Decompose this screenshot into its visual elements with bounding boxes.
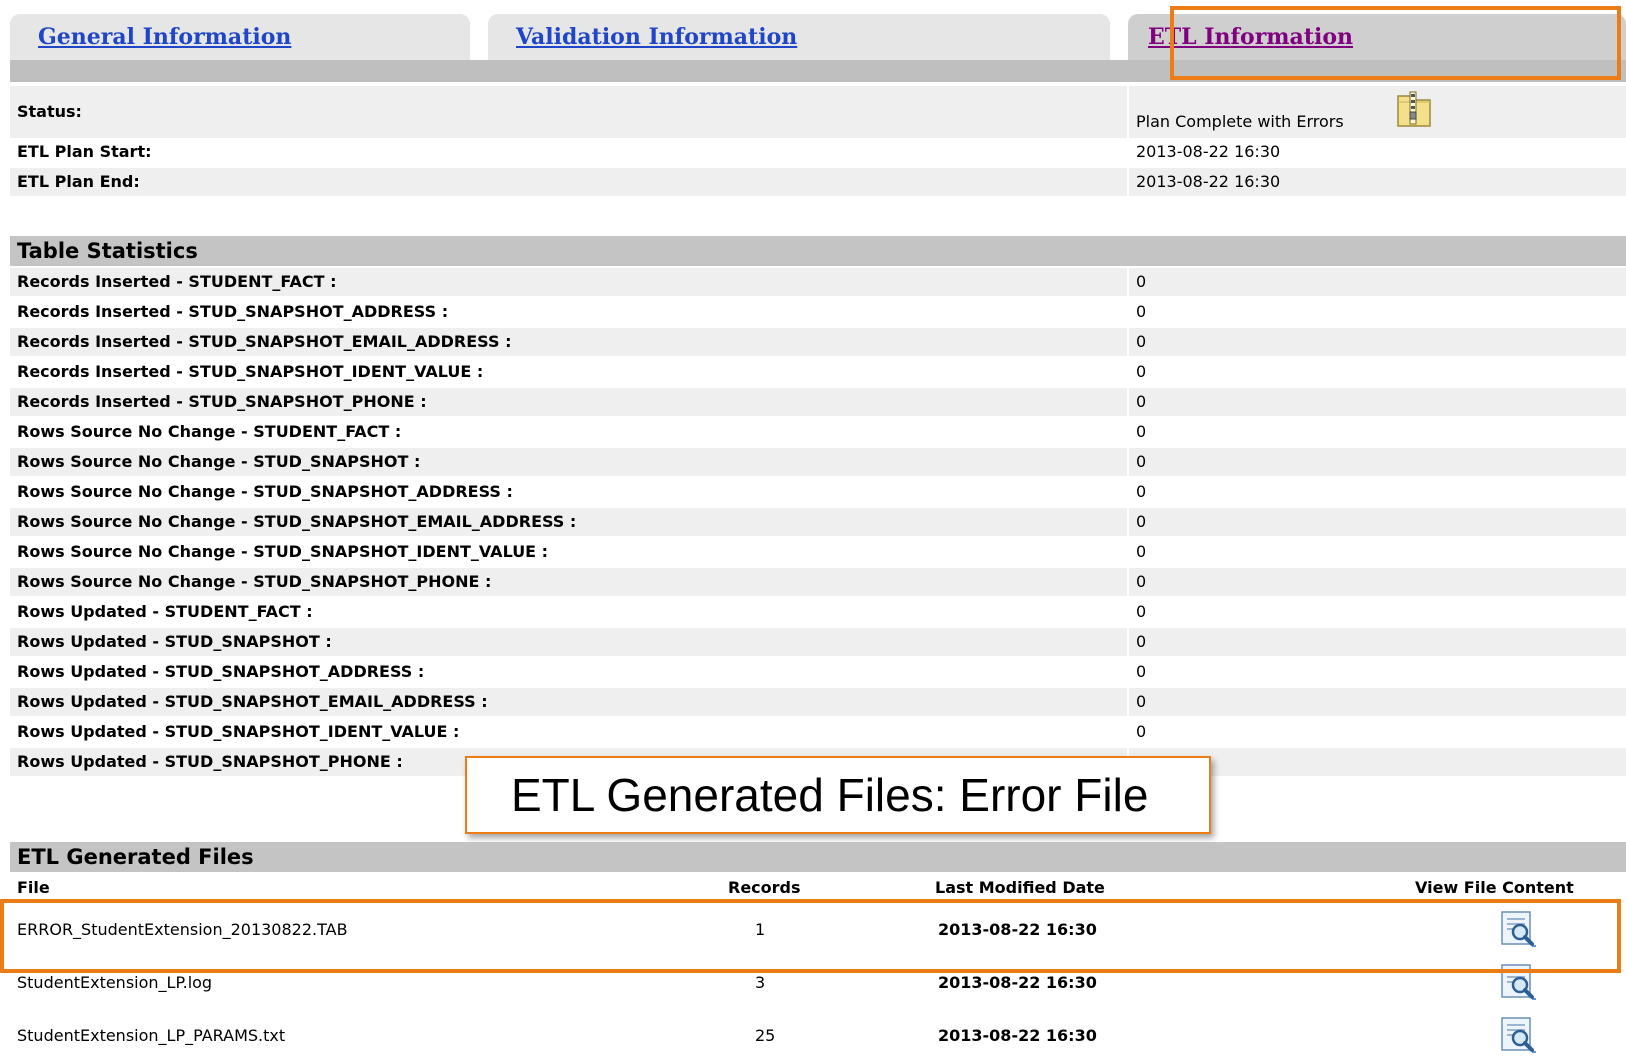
column-records: Records	[728, 878, 801, 897]
tab-general-information-link[interactable]: General Information	[38, 24, 291, 50]
tab-validation-information[interactable]: Validation Information	[488, 14, 1110, 60]
stat-label: Records Inserted - STUD_SNAPSHOT_IDENT_V…	[10, 358, 1127, 386]
file-records: 3	[755, 973, 766, 992]
stat-row: Rows Source No Change - STUD_SNAPSHOT_AD…	[10, 478, 1626, 506]
etl-generated-files-header: ETL Generated Files	[10, 842, 1626, 872]
plan-start-label: ETL Plan Start:	[10, 138, 1127, 166]
stat-row: Rows Updated - STUD_SNAPSHOT_IDENT_VALUE…	[10, 718, 1626, 746]
stat-value: 0	[1129, 478, 1626, 506]
active-tab-highlight	[1170, 6, 1621, 80]
stat-label: Records Inserted - STUD_SNAPSHOT_EMAIL_A…	[10, 328, 1127, 356]
stat-label: Records Inserted - STUDENT_FACT :	[10, 268, 1127, 296]
stat-label: Rows Updated - STUD_SNAPSHOT_ADDRESS :	[10, 658, 1127, 686]
status-value: Plan Complete with Errors	[1136, 112, 1344, 131]
plan-end-label: ETL Plan End:	[10, 168, 1127, 196]
tab-validation-information-link[interactable]: Validation Information	[516, 24, 797, 50]
file-last-modified: 2013-08-22 16:30	[938, 1026, 1097, 1045]
stat-value: 0	[1129, 598, 1626, 626]
stat-value: 0	[1129, 358, 1626, 386]
stat-row: Rows Source No Change - STUDENT_FACT :0	[10, 418, 1626, 446]
plan-end-value: 2013-08-22 16:30	[1129, 168, 1626, 196]
stat-label: Rows Source No Change - STUDENT_FACT :	[10, 418, 1127, 446]
column-last-modified-date: Last Modified Date	[935, 878, 1105, 897]
stat-label: Rows Updated - STUDENT_FACT :	[10, 598, 1127, 626]
stat-value: 0	[1129, 268, 1626, 296]
plan-end-row: ETL Plan End: 2013-08-22 16:30	[10, 168, 1626, 196]
stat-value: 0	[1129, 298, 1626, 326]
stat-value: 0	[1129, 328, 1626, 356]
stat-label: Rows Source No Change - STUD_SNAPSHOT_AD…	[10, 478, 1127, 506]
error-file-callout: ETL Generated Files: Error File	[465, 756, 1211, 834]
stat-label: Rows Updated - STUD_SNAPSHOT_EMAIL_ADDRE…	[10, 688, 1127, 716]
file-row: StudentExtension_LP_PARAMS.txt 25 2013-08-…	[10, 1010, 1626, 1062]
files-column-headers: File Records Last Modified Date View Fil…	[10, 878, 1626, 898]
file-name: StudentExtension_LP.log	[17, 973, 213, 992]
tab-general-information[interactable]: General Information	[10, 14, 470, 60]
file-last-modified: 2013-08-22 16:30	[938, 973, 1097, 992]
stat-label: Records Inserted - STUD_SNAPSHOT_ADDRESS…	[10, 298, 1127, 326]
stat-row: Rows Source No Change - STUD_SNAPSHOT_PH…	[10, 568, 1626, 596]
stat-row: Rows Source No Change - STUD_SNAPSHOT_ID…	[10, 538, 1626, 566]
status-value-cell: Plan Complete with Errors	[1129, 86, 1626, 138]
stat-row: Records Inserted - STUD_SNAPSHOT_EMAIL_A…	[10, 328, 1626, 356]
stat-row: Rows Updated - STUD_SNAPSHOT_ADDRESS :0	[10, 658, 1626, 686]
stat-label: Rows Source No Change - STUD_SNAPSHOT :	[10, 448, 1127, 476]
stat-value: 0	[1129, 418, 1626, 446]
stat-label: Records Inserted - STUD_SNAPSHOT_PHONE :	[10, 388, 1127, 416]
stat-row: Rows Updated - STUD_SNAPSHOT :0	[10, 628, 1626, 656]
file-name: StudentExtension_LP_PARAMS.txt	[17, 1026, 286, 1045]
error-file-highlight	[0, 899, 1621, 973]
stat-value: 0	[1129, 688, 1626, 716]
column-view-file-content: View File Content	[1415, 878, 1574, 897]
zip-archive-icon[interactable]	[1394, 90, 1434, 128]
plan-start-row: ETL Plan Start: 2013-08-22 16:30	[10, 138, 1626, 166]
stat-row: Records Inserted - STUD_SNAPSHOT_ADDRESS…	[10, 298, 1626, 326]
stat-label: Rows Updated - STUD_SNAPSHOT :	[10, 628, 1127, 656]
view-file-icon[interactable]	[1498, 1016, 1538, 1054]
stat-value: 0	[1129, 448, 1626, 476]
stat-row: Records Inserted - STUDENT_FACT :0	[10, 268, 1626, 296]
status-row: Status: Plan Complete with Errors	[10, 86, 1626, 138]
file-records: 25	[755, 1026, 776, 1045]
column-file: File	[17, 878, 50, 897]
stat-row: Records Inserted - STUD_SNAPSHOT_PHONE :…	[10, 388, 1626, 416]
stat-value: 0	[1129, 508, 1626, 536]
stat-value: 0	[1129, 568, 1626, 596]
stat-label: Rows Source No Change - STUD_SNAPSHOT_PH…	[10, 568, 1127, 596]
table-statistics-header: Table Statistics	[10, 236, 1626, 266]
status-label: Status:	[10, 86, 1127, 138]
stat-row: Records Inserted - STUD_SNAPSHOT_IDENT_V…	[10, 358, 1626, 386]
stat-value: 0	[1129, 628, 1626, 656]
stat-label: Rows Source No Change - STUD_SNAPSHOT_EM…	[10, 508, 1127, 536]
stat-row: Rows Source No Change - STUD_SNAPSHOT :0	[10, 448, 1626, 476]
stat-value: 0	[1129, 658, 1626, 686]
stat-value: 0	[1129, 538, 1626, 566]
stat-value: 0	[1129, 388, 1626, 416]
stat-label: Rows Updated - STUD_SNAPSHOT_IDENT_VALUE…	[10, 718, 1127, 746]
stat-row: Rows Source No Change - STUD_SNAPSHOT_EM…	[10, 508, 1626, 536]
stat-label: Rows Source No Change - STUD_SNAPSHOT_ID…	[10, 538, 1127, 566]
stat-row: Rows Updated - STUDENT_FACT :0	[10, 598, 1626, 626]
plan-start-value: 2013-08-22 16:30	[1129, 138, 1626, 166]
stat-row: Rows Updated - STUD_SNAPSHOT_EMAIL_ADDRE…	[10, 688, 1626, 716]
stat-value: 0	[1129, 718, 1626, 746]
